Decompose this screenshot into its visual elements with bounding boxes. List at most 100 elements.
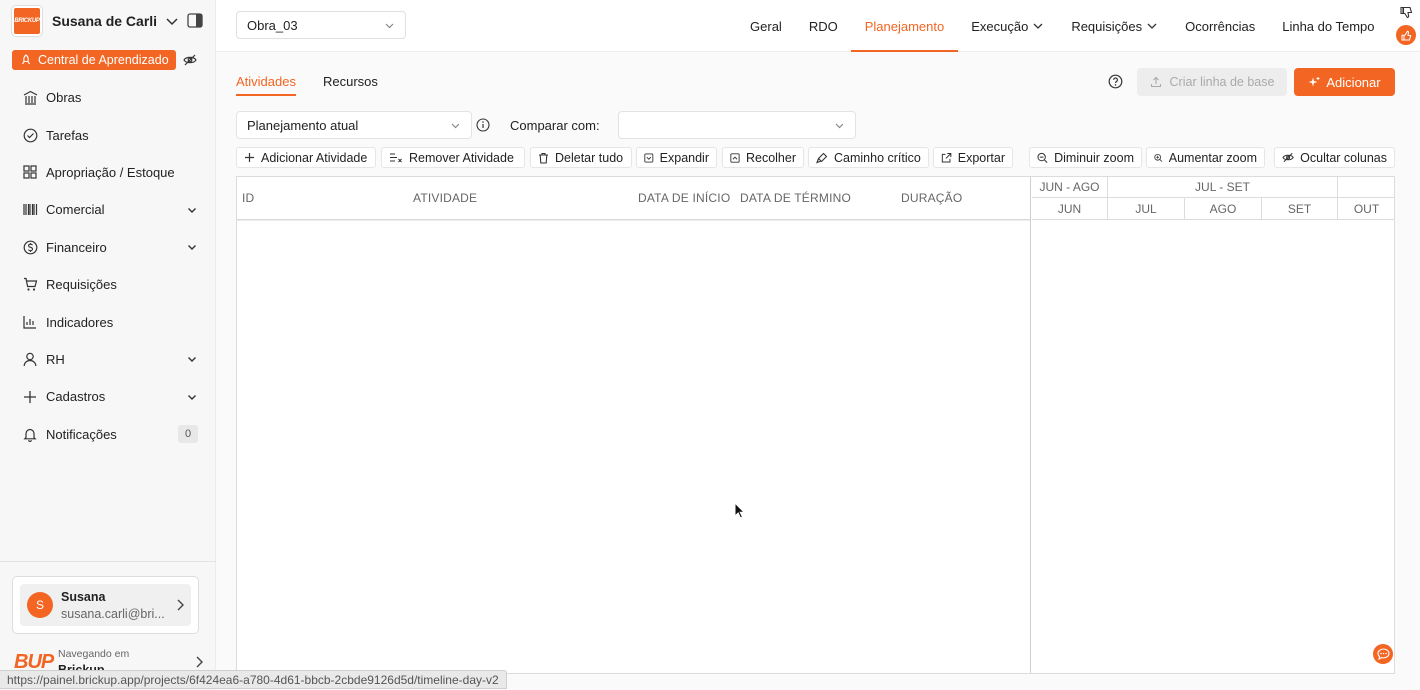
dollar-circle-icon xyxy=(23,240,37,255)
tab-recursos[interactable]: Recursos xyxy=(323,74,378,96)
info-icon[interactable] xyxy=(476,118,490,132)
timeline-month-header: OUT xyxy=(1338,198,1395,220)
sidebar-divider xyxy=(0,561,216,562)
sidebar-item-obras[interactable]: Obras xyxy=(0,79,216,116)
activity-table: ID ATIVIDADE DATA DE INÍCIO DATA DE TÉRM… xyxy=(237,177,1031,673)
brand-logo: BRICKUP xyxy=(12,6,42,36)
sidebar-item-label: RH xyxy=(46,351,65,367)
add-label: Adicionar xyxy=(1326,74,1381,90)
sidebar-item-rh[interactable]: RH xyxy=(0,341,216,378)
thumbs-up-button[interactable] xyxy=(1396,25,1416,45)
sidebar-item-label: Cadastros xyxy=(46,389,106,405)
sparkle-icon xyxy=(1308,77,1320,87)
sidebar-item-label: Requisições xyxy=(46,277,117,293)
sidebar-item-notificacoes[interactable]: Notificações 0 xyxy=(0,416,216,453)
compare-label: Comparar com: xyxy=(510,118,600,133)
planning-tabs: Atividades Recursos xyxy=(236,74,405,96)
eye-off-icon xyxy=(1282,152,1294,163)
nav-rdo[interactable]: RDO xyxy=(795,0,851,52)
plus-icon xyxy=(24,390,36,403)
sidebar-toggle-icon[interactable] xyxy=(187,13,203,28)
chevron-down-icon xyxy=(1033,23,1043,29)
sidebar-item-label: Indicadores xyxy=(46,314,114,330)
user-card[interactable]: S Susana susana.carli@bri... xyxy=(12,576,199,634)
chevron-right-icon xyxy=(196,656,203,668)
expand-button[interactable]: Expandir xyxy=(636,147,717,168)
chat-support-button[interactable] xyxy=(1373,644,1393,664)
column-header-start-date[interactable]: DATA DE INÍCIO xyxy=(638,177,730,219)
bell-icon xyxy=(23,428,37,442)
nav-geral[interactable]: Geral xyxy=(737,0,796,52)
status-bar-url: https://painel.brickup.app/projects/6f42… xyxy=(0,670,507,689)
nav-planejamento[interactable]: Planejamento xyxy=(851,0,958,52)
timeline-group-header: JUL - SET xyxy=(1108,177,1338,198)
critical-path-button[interactable]: Caminho crítico xyxy=(808,147,929,168)
create-baseline-button[interactable]: Criar linha de base xyxy=(1137,68,1287,96)
nav-requisicoes[interactable]: Requisições xyxy=(1058,0,1172,52)
plan-select[interactable]: Planejamento atual xyxy=(236,111,472,139)
thumbs-down-icon[interactable] xyxy=(1400,6,1413,19)
hide-columns-button[interactable]: Ocultar colunas xyxy=(1274,147,1395,168)
project-select-value: Obra_03 xyxy=(247,17,298,33)
eye-off-icon[interactable] xyxy=(182,54,197,66)
sidebar-item-tarefas[interactable]: Tarefas xyxy=(0,116,216,153)
user-email: susana.carli@bri... xyxy=(61,606,165,621)
project-select[interactable]: Obra_03 xyxy=(236,11,406,39)
sidebar-item-requisicoes[interactable]: Requisições xyxy=(0,266,216,303)
collapse-icon xyxy=(730,152,740,163)
column-header-end-date[interactable]: DATA DE TÉRMINO xyxy=(740,177,851,219)
chevron-down-icon xyxy=(451,123,460,128)
column-header-id[interactable]: ID xyxy=(242,177,254,219)
zoom-out-button[interactable]: Diminuir zoom xyxy=(1029,147,1142,168)
zoom-in-icon xyxy=(1154,153,1163,162)
timeline-group-header xyxy=(1338,177,1395,198)
chevron-down-icon xyxy=(166,18,178,26)
nav-linha-do-tempo[interactable]: Linha do Tempo xyxy=(1269,0,1388,52)
external-link-icon xyxy=(941,152,952,163)
remove-activity-button[interactable]: Remover Atividade xyxy=(381,147,525,168)
sidebar-item-label: Apropriação / Estoque xyxy=(46,164,175,180)
help-icon[interactable] xyxy=(1108,74,1123,89)
sidebar-item-comercial[interactable]: Comercial xyxy=(0,191,216,228)
sidebar: BRICKUP Susana de Carli Central de Apren… xyxy=(0,0,216,690)
timeline-month-header: JUN xyxy=(1032,198,1108,220)
gantt-grid: ID ATIVIDADE DATA DE INÍCIO DATA DE TÉRM… xyxy=(236,176,1395,674)
notification-count-badge: 0 xyxy=(178,425,198,444)
add-button[interactable]: Adicionar xyxy=(1294,68,1395,96)
column-header-duration[interactable]: DURAÇÃO xyxy=(901,177,962,219)
learning-center-button[interactable]: Central de Aprendizado xyxy=(12,50,176,70)
browsing-caption: Navegando em xyxy=(58,647,130,660)
sidebar-item-apropriacao[interactable]: Apropriação / Estoque xyxy=(0,154,216,191)
plus-icon xyxy=(245,153,254,162)
thumbs-up-icon xyxy=(1401,30,1411,40)
chevron-down-icon xyxy=(188,357,196,363)
sidebar-item-label: Tarefas xyxy=(46,127,89,143)
trash-icon xyxy=(539,152,548,164)
header-divider xyxy=(237,220,1030,221)
user-name: Susana xyxy=(61,589,106,604)
learning-center-label: Central de Aprendizado xyxy=(38,53,169,67)
column-header-activity[interactable]: ATIVIDADE xyxy=(413,177,477,219)
check-circle-icon xyxy=(23,128,37,142)
sidebar-item-label: Financeiro xyxy=(46,239,107,255)
remove-row-icon xyxy=(390,153,402,163)
tab-atividades[interactable]: Atividades xyxy=(236,74,296,96)
add-activity-button[interactable]: Adicionar Atividade xyxy=(236,147,376,168)
zoom-in-button[interactable]: Aumentar zoom xyxy=(1146,147,1265,168)
timeline-month-header: JUL xyxy=(1108,198,1185,220)
grid-icon xyxy=(23,165,37,180)
sidebar-item-financeiro[interactable]: Financeiro xyxy=(0,229,216,266)
module-nav: Geral RDO Planejamento Execução Requisiç… xyxy=(737,0,1388,52)
nav-ocorrencias[interactable]: Ocorrências xyxy=(1172,0,1269,52)
top-bar: Obra_03 Geral RDO Planejamento Execução … xyxy=(216,0,1420,52)
chevron-right-icon xyxy=(177,599,184,611)
account-switcher[interactable]: BRICKUP Susana de Carli xyxy=(12,6,179,36)
collapse-button[interactable]: Recolher xyxy=(722,147,804,168)
delete-all-button[interactable]: Deletar tudo xyxy=(530,147,632,168)
export-button[interactable]: Exportar xyxy=(933,147,1013,168)
sidebar-item-cadastros[interactable]: Cadastros xyxy=(0,378,216,415)
compare-select[interactable] xyxy=(618,111,856,139)
chevron-down-icon xyxy=(188,245,196,251)
sidebar-item-indicadores[interactable]: Indicadores xyxy=(0,303,216,340)
nav-execucao[interactable]: Execução xyxy=(958,0,1058,52)
